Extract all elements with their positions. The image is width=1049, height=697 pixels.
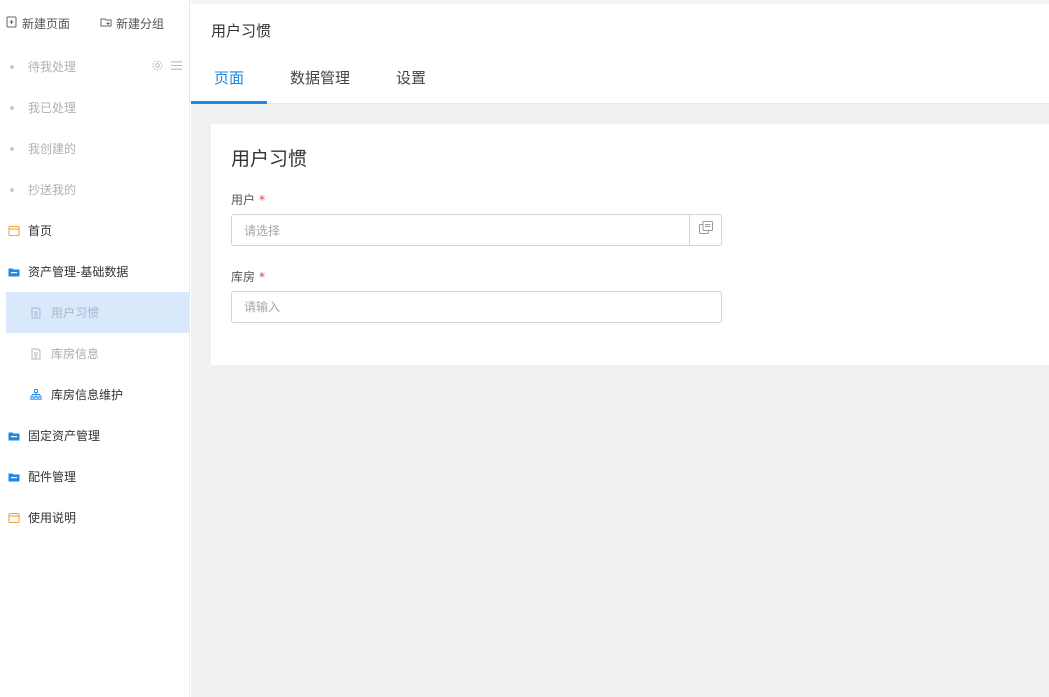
sidebar-item-label: 资产管理-基础数据 xyxy=(28,265,129,279)
bullet-dot xyxy=(10,146,14,151)
sidebar: 新建页面 新建分组 待我处理 我已处理 我创建的 抄送我的 首页 资产管理-基础… xyxy=(0,0,190,697)
sidebar-item-label: 库房信息 xyxy=(51,347,100,361)
sidebar-item-created[interactable]: 我创建的 xyxy=(0,128,189,169)
new-folder-icon xyxy=(100,16,112,31)
sidebar-nav: 待我处理 我已处理 我创建的 抄送我的 首页 资产管理-基础数据 用户习惯 库房… xyxy=(0,46,189,538)
tab-data-management[interactable]: 数据管理 xyxy=(267,54,373,104)
sidebar-actions: 新建页面 新建分组 xyxy=(0,0,189,46)
sidebar-item-label: 我已处理 xyxy=(28,101,77,115)
tab-page[interactable]: 页面 xyxy=(191,54,268,104)
tab-settings[interactable]: 设置 xyxy=(373,54,449,104)
row-tools xyxy=(151,59,183,75)
user-select[interactable]: 请选择 xyxy=(231,214,722,246)
file-icon xyxy=(30,307,42,319)
main-area: 用户习惯 页面 数据管理 设置 用户习惯 用户 * 请选择 库房 * 请输入 xyxy=(191,0,1049,697)
sidebar-item-label: 固定资产管理 xyxy=(28,429,101,443)
new-page-icon xyxy=(6,16,18,31)
new-page-button[interactable]: 新建页面 xyxy=(6,15,70,32)
required-mark: * xyxy=(259,193,266,207)
sidebar-item-label: 我创建的 xyxy=(28,142,77,156)
sidebar-item-pending[interactable]: 待我处理 xyxy=(0,46,189,87)
sidebar-item-label: 库房信息维护 xyxy=(51,388,124,402)
user-picker-button[interactable] xyxy=(689,215,721,245)
sidebar-item-user-habit[interactable]: 用户习惯 xyxy=(6,292,189,333)
warehouse-label: 库房 * xyxy=(231,268,1049,284)
new-page-label: 新建页面 xyxy=(22,16,71,31)
menu-icon[interactable] xyxy=(170,59,183,75)
page-icon xyxy=(8,225,20,237)
form-card: 用户习惯 用户 * 请选择 库房 * xyxy=(211,124,1049,365)
sidebar-item-label: 用户习惯 xyxy=(51,306,100,320)
required-mark: * xyxy=(259,270,266,284)
sidebar-item-parts[interactable]: 配件管理 xyxy=(0,456,189,497)
sidebar-item-label: 配件管理 xyxy=(28,470,77,484)
sidebar-item-instructions[interactable]: 使用说明 xyxy=(0,497,189,538)
sidebar-item-label: 使用说明 xyxy=(28,511,77,525)
bullet-dot xyxy=(10,187,14,192)
new-group-button[interactable]: 新建分组 xyxy=(100,15,164,32)
sidebar-item-label: 首页 xyxy=(28,224,53,238)
warehouse-label-text: 库房 xyxy=(231,270,256,284)
warehouse-input[interactable] xyxy=(232,300,721,314)
folder-icon xyxy=(8,471,20,483)
app-window: 新建页面 新建分组 待我处理 我已处理 我创建的 抄送我的 首页 资产管理-基础… xyxy=(0,0,1049,697)
page-title: 用户习惯 xyxy=(211,22,272,40)
page-header: 用户习惯 页面 数据管理 设置 xyxy=(191,0,1049,104)
user-label: 用户 * xyxy=(231,191,1049,207)
sidebar-item-asset-basic[interactable]: 资产管理-基础数据 xyxy=(0,251,189,292)
user-select-placeholder: 请选择 xyxy=(244,223,281,238)
sidebar-item-warehouse-maintain[interactable]: 库房信息维护 xyxy=(6,374,189,415)
user-field: 用户 * 请选择 xyxy=(231,191,1049,246)
folder-open-icon xyxy=(8,266,20,278)
sidebar-item-label: 抄送我的 xyxy=(28,183,77,197)
page-icon xyxy=(8,512,20,524)
form-title: 用户习惯 xyxy=(231,148,308,170)
tab-bar: 页面 数据管理 设置 xyxy=(191,54,1049,104)
new-group-label: 新建分组 xyxy=(116,16,165,31)
sidebar-item-label: 待我处理 xyxy=(28,60,77,74)
sidebar-item-home[interactable]: 首页 xyxy=(0,210,189,251)
user-label-text: 用户 xyxy=(231,193,256,207)
sidebar-item-cc[interactable]: 抄送我的 xyxy=(0,169,189,210)
sidebar-item-fixed-assets[interactable]: 固定资产管理 xyxy=(0,415,189,456)
warehouse-input-wrap xyxy=(231,291,722,323)
org-chart-icon xyxy=(30,388,42,401)
folder-icon xyxy=(8,430,20,442)
sidebar-item-processed[interactable]: 我已处理 xyxy=(0,87,189,128)
gear-icon[interactable] xyxy=(151,59,164,75)
file-icon xyxy=(30,348,42,360)
bullet-dot xyxy=(10,64,14,69)
warehouse-field: 库房 * xyxy=(231,268,1049,323)
sidebar-item-warehouse-info[interactable]: 库房信息 xyxy=(6,333,189,374)
select-dialog-icon xyxy=(698,220,714,240)
bullet-dot xyxy=(10,105,14,110)
